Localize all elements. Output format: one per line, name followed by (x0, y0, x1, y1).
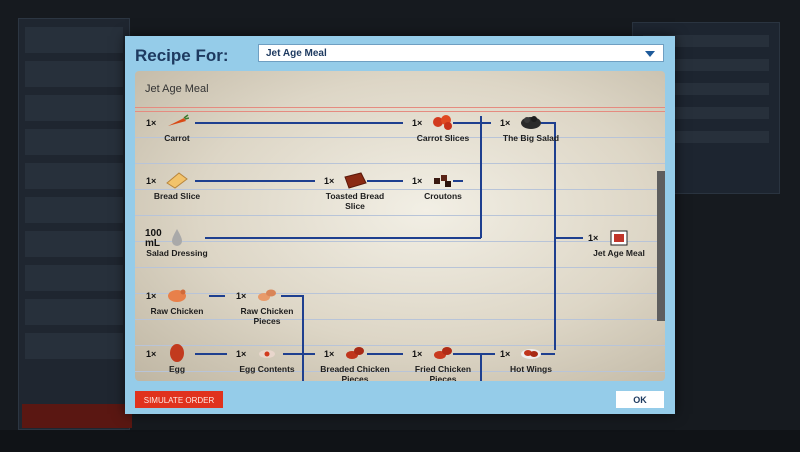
node-label: Jet Age Meal (593, 248, 645, 258)
link-line (541, 122, 556, 350)
node-label: Fried Chicken Pieces (414, 364, 472, 381)
simulate-order-button[interactable]: SIMULATE ORDER (135, 391, 223, 408)
bread-slice-icon (166, 172, 188, 189)
chevron-down-icon[interactable] (645, 51, 655, 57)
node-qty: 1× (146, 291, 157, 301)
node-label: Egg Contents (239, 364, 295, 374)
recipe-dropdown[interactable]: Jet Age Meal (258, 44, 664, 62)
node-qty: 1× (324, 176, 335, 186)
recipe-tree-panel: Jet Age Meal 1× Carrot 1× Carrot Slices … (135, 71, 665, 381)
node-qty: 1× (500, 118, 511, 128)
node-label: Carrot (164, 133, 190, 143)
dialog-title: Recipe For: (135, 46, 229, 65)
node-qty: 1× (412, 118, 423, 128)
node-label: Breaded Chicken Pieces (320, 364, 390, 381)
egg-contents-icon (259, 350, 275, 358)
node-label: Hot Wings (510, 364, 552, 374)
hot-wings-icon (521, 349, 541, 359)
recipe-dialog: Recipe For: Jet Age Meal Jet Age Meal 1×… (125, 36, 675, 414)
node-label: The Big Salad (502, 133, 560, 143)
background-side-panel (18, 18, 130, 430)
meal-box-icon (610, 230, 628, 246)
node-qty: 1× (146, 118, 157, 128)
node-label: Egg (168, 364, 186, 374)
node-label: Salad Dressing (146, 248, 208, 258)
node-label: Raw Chicken (150, 306, 204, 316)
node-qty: 1× (236, 349, 247, 359)
node-label: Toasted Bread Slice (325, 191, 385, 211)
node-qty: 1× (412, 176, 423, 186)
ok-button[interactable]: OK (616, 391, 664, 408)
raw-chicken-icon (168, 289, 186, 302)
breaded-chicken-icon (346, 347, 364, 359)
node-label: Croutons (424, 191, 462, 201)
carrot-slices-icon (433, 115, 452, 130)
node-qty: 1× (588, 233, 599, 243)
node-label: Bread Slice (153, 191, 201, 201)
node-qty: 1× (412, 349, 423, 359)
node-label: Raw Chicken Pieces (240, 306, 294, 326)
croutons-icon (434, 175, 451, 187)
chicken-pieces-icon (258, 289, 276, 301)
node-qty: 1× (236, 291, 247, 301)
background-bottom-bar (0, 430, 800, 452)
dressing-drop-icon (172, 229, 182, 246)
egg-icon (170, 344, 184, 362)
recipe-connections (195, 116, 583, 381)
salad-icon (521, 116, 541, 129)
recipe-dropdown-value: Jet Age Meal (266, 48, 327, 59)
recipe-scrollbar[interactable] (657, 171, 665, 321)
fried-chicken-icon (434, 347, 452, 359)
node-qty: 1× (146, 349, 157, 359)
background-red-bar (22, 404, 132, 428)
carrot-icon (168, 114, 189, 126)
node-qty: 1× (146, 176, 157, 186)
node-qty: 1× (500, 349, 511, 359)
node-qty: 1× (324, 349, 335, 359)
node-label: Carrot Slices (416, 133, 470, 143)
toasted-bread-icon (344, 172, 367, 189)
